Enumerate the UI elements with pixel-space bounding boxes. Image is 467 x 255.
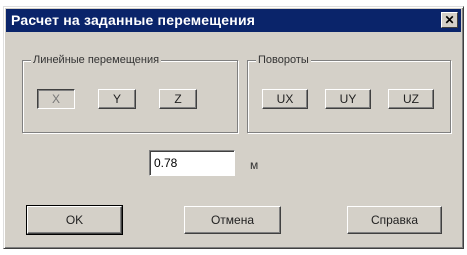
unit-label: м [250,158,259,172]
rotations-group: Повороты UX UY UZ [247,53,451,133]
y-button[interactable]: Y [98,89,136,109]
displacement-value-input[interactable] [149,150,235,176]
z-button[interactable]: Z [159,89,197,109]
close-icon: ✕ [444,13,455,27]
dialog-title: Расчет на заданные перемещения [11,12,256,28]
ux-button[interactable]: UX [262,89,308,109]
uy-button[interactable]: UY [325,89,371,109]
uz-button[interactable]: UZ [388,89,434,109]
ok-button[interactable]: OK [26,205,123,235]
close-button[interactable]: ✕ [441,12,458,28]
rotations-label: Повороты [256,53,311,67]
displacement-dialog: Расчет на заданные перемещения ✕ Линейны… [3,6,464,249]
x-button[interactable]: X [37,89,75,109]
cancel-button[interactable]: Отмена [184,206,281,234]
help-button[interactable]: Справка [347,206,442,234]
linear-displacements-group: Линейные перемещения X Y Z [22,53,238,133]
title-bar[interactable]: Расчет на заданные перемещения ✕ [6,9,461,32]
linear-displacements-label: Линейные перемещения [31,53,162,67]
